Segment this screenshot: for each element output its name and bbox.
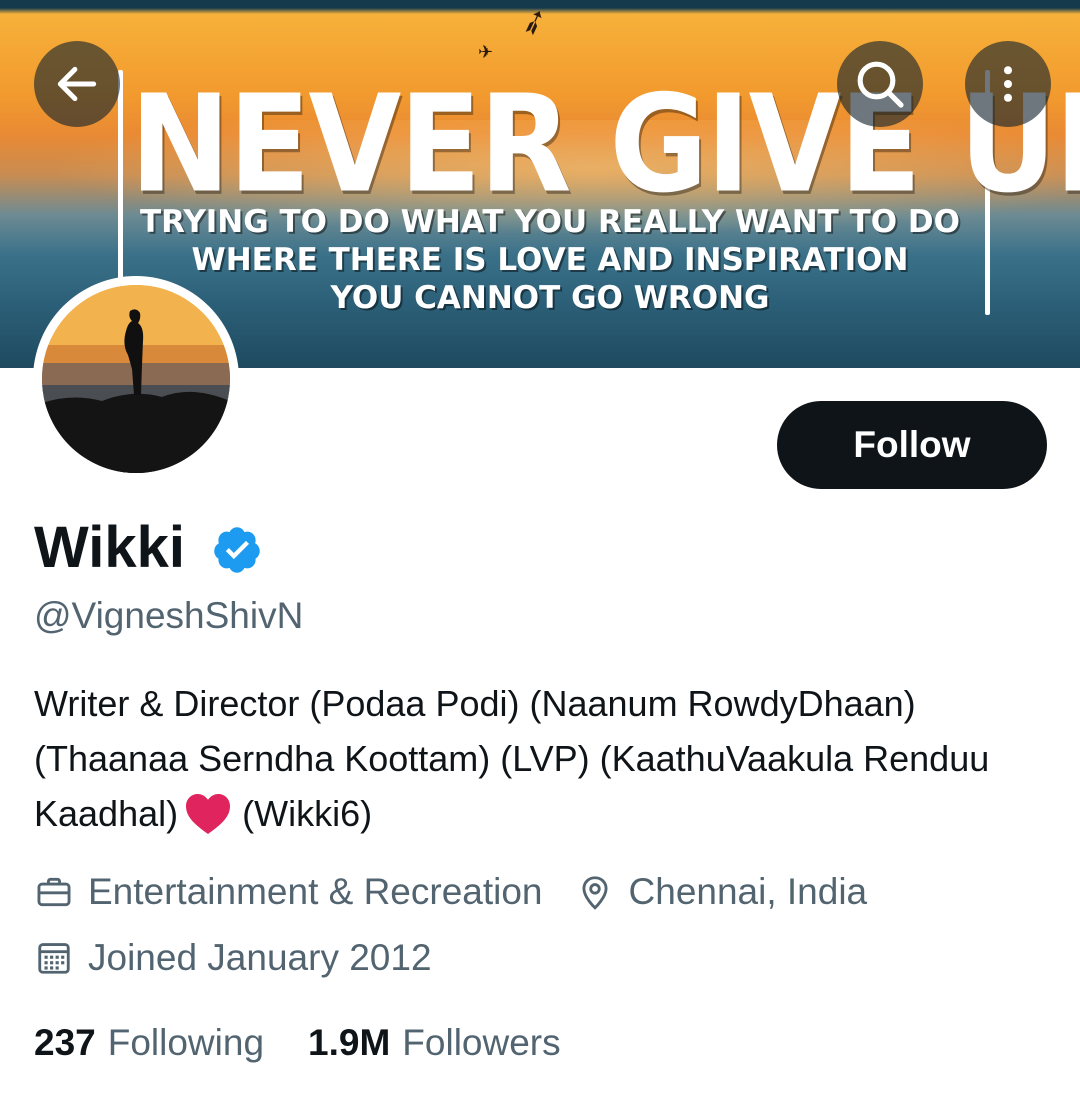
banner-line-3: YOU CANNOT GO WRONG <box>330 280 770 316</box>
search-icon <box>857 61 904 108</box>
profile-joined-row: Joined January 2012 <box>34 936 432 980</box>
calendar-icon <box>34 938 74 978</box>
search-button[interactable] <box>837 41 923 127</box>
bio-text: Writer & Director (Podaa Podi) (Naanum R… <box>34 683 990 834</box>
follow-button[interactable]: Follow <box>777 401 1047 489</box>
profile-location: Chennai, India <box>628 871 868 912</box>
profile-category: Entertainment & Recreation <box>88 871 543 912</box>
following-label: Following <box>107 1022 265 1063</box>
bird-icon: ➶ <box>514 0 555 46</box>
avatar[interactable] <box>33 276 239 482</box>
followers-count: 1.9M <box>308 1022 391 1063</box>
red-heart-icon <box>186 794 231 835</box>
following-link[interactable]: 237 Following <box>34 1022 264 1064</box>
avatar-photo <box>42 285 230 473</box>
location-pin-icon <box>575 872 615 912</box>
arrow-left-icon <box>57 66 97 102</box>
profile-handle: @VigneshShivN <box>34 595 304 636</box>
profile-bio: Writer & Director (Podaa Podi) (Naanum R… <box>34 676 1054 841</box>
follow-stats: 237 Following 1.9M Followers <box>34 1018 561 1068</box>
followers-link[interactable]: 1.9M Followers <box>308 1022 561 1064</box>
bird-icon: ✈ <box>478 42 494 63</box>
profile-name: Wikki <box>34 515 185 580</box>
more-button[interactable] <box>965 41 1051 127</box>
more-vertical-icon <box>1003 66 1013 102</box>
bio-suffix: (Wikki6) <box>242 793 373 834</box>
verified-badge-icon[interactable] <box>211 524 263 576</box>
back-button[interactable] <box>34 41 120 127</box>
profile-meta-row: Entertainment & Recreation Chennai, Indi… <box>34 870 867 914</box>
banner-line-1: TRYING TO DO WHAT YOU REALLY WANT TO DO <box>140 204 960 240</box>
profile-joined: Joined January 2012 <box>88 937 432 978</box>
banner-line-2: WHERE THERE IS LOVE AND INSPIRATION <box>191 242 909 278</box>
following-count: 237 <box>34 1022 96 1063</box>
briefcase-icon <box>34 872 74 912</box>
followers-label: Followers <box>402 1022 561 1063</box>
silhouette-image <box>42 285 230 473</box>
